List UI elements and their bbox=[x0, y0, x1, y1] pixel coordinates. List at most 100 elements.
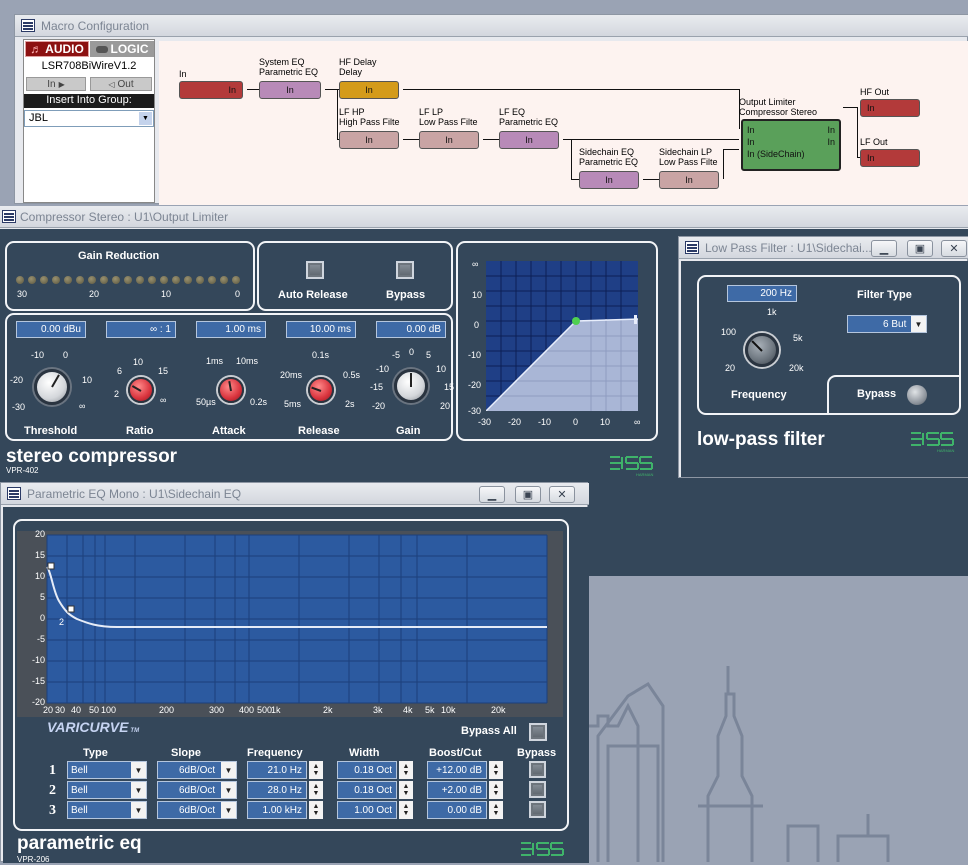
boost-stepper[interactable]: ▲ ▼ bbox=[489, 801, 503, 819]
width-stepper[interactable]: ▲ ▼ bbox=[399, 761, 413, 779]
block-lf-out[interactable]: In bbox=[860, 149, 920, 167]
eq-response-graph[interactable] bbox=[17, 531, 563, 717]
peq-minimize-button[interactable]: ▁ bbox=[479, 486, 505, 503]
eq-x-tick: 2k bbox=[323, 705, 333, 715]
block-hf-out[interactable]: In bbox=[860, 99, 920, 117]
in-io-button[interactable]: In ▶ bbox=[26, 77, 86, 91]
width-stepper[interactable]: ▲ ▼ bbox=[399, 801, 413, 819]
gr-led bbox=[88, 276, 96, 284]
eq-x-tick: 4k bbox=[403, 705, 413, 715]
block-lf-lp[interactable]: In bbox=[419, 131, 479, 149]
band-number: 3 bbox=[49, 803, 56, 818]
block-lf-hp-label: LF HP High Pass Filte bbox=[339, 107, 400, 127]
band-frequency-field[interactable]: 28.0 Hz bbox=[247, 781, 307, 799]
block-sidechain-lp-label: Sidechain LP Low Pass Filte bbox=[659, 147, 718, 167]
band-frequency-field[interactable]: 21.0 Hz bbox=[247, 761, 307, 779]
peq-close-button[interactable]: ✕ bbox=[549, 486, 575, 503]
gr-led bbox=[16, 276, 24, 284]
block-output-limiter[interactable]: In In In (SideChain) In In bbox=[741, 119, 841, 171]
band-slope-select[interactable]: 6dB/Oct ▼ bbox=[157, 781, 237, 799]
eq-y-tick: 15 bbox=[34, 550, 45, 560]
chevron-down-icon[interactable]: ▼ bbox=[139, 112, 152, 125]
block-lf-hp[interactable]: In bbox=[339, 131, 399, 149]
city-skyline-watermark bbox=[588, 666, 890, 862]
band-boost-field[interactable]: +2.00 dB bbox=[427, 781, 487, 799]
band-boost-field[interactable]: +12.00 dB bbox=[427, 761, 487, 779]
block-in[interactable]: In bbox=[179, 81, 243, 99]
band-frequency-field[interactable]: 1.00 kHz bbox=[247, 801, 307, 819]
ratio-field[interactable]: ∞ : 1 bbox=[106, 321, 176, 338]
boost-stepper[interactable]: ▲ ▼ bbox=[489, 761, 503, 779]
band-bypass-button[interactable] bbox=[529, 781, 546, 798]
audio-tab[interactable]: ♬ AUDIO bbox=[25, 41, 89, 57]
chevron-down-icon[interactable]: ▼ bbox=[221, 802, 236, 818]
block-lf-eq[interactable]: In bbox=[499, 131, 559, 149]
block-system-eq-label: System EQ Parametric EQ bbox=[259, 57, 319, 77]
band-type-select[interactable]: Bell ▼ bbox=[67, 801, 147, 819]
threshold-handle bbox=[572, 317, 580, 325]
gr-scale-20: 20 bbox=[89, 289, 100, 299]
frequency-stepper[interactable]: ▲ ▼ bbox=[309, 801, 323, 819]
group-select[interactable]: JBL ▼ bbox=[24, 110, 154, 127]
peq-restore-button[interactable]: ▣ bbox=[515, 486, 541, 503]
band-width-field[interactable]: 0.18 Oct bbox=[337, 761, 397, 779]
eq-x-tick: 30 bbox=[55, 705, 66, 715]
device-name: LSR708BiWireV1.2 bbox=[41, 60, 137, 72]
band-boost-field[interactable]: 0.00 dB bbox=[427, 801, 487, 819]
band-2-handle bbox=[67, 605, 75, 613]
gr-led bbox=[148, 276, 156, 284]
gr-led bbox=[184, 276, 192, 284]
lp-bypass-button[interactable] bbox=[907, 385, 927, 405]
bypass-all-button[interactable] bbox=[529, 723, 547, 741]
out-io-button[interactable]: ◁ Out bbox=[90, 77, 152, 91]
chevron-down-icon[interactable]: ▼ bbox=[131, 782, 146, 798]
eq-x-tick: 100 bbox=[101, 705, 117, 715]
band-type-select[interactable]: Bell ▼ bbox=[67, 781, 147, 799]
band-bypass-button[interactable] bbox=[529, 761, 546, 778]
gr-led bbox=[40, 276, 48, 284]
block-sidechain-lp[interactable]: In bbox=[659, 171, 719, 189]
band-type-select[interactable]: Bell ▼ bbox=[67, 761, 147, 779]
eq-y-tick: -15 bbox=[31, 676, 45, 686]
frequency-stepper[interactable]: ▲ ▼ bbox=[309, 761, 323, 779]
lowpass-panel: 200 Hz 1k 100 5k 20 20k Frequency Filter… bbox=[681, 261, 968, 477]
macro-title: Macro Configuration bbox=[41, 18, 150, 33]
threshold-field[interactable]: 0.00 dBu bbox=[16, 321, 86, 338]
frequency-stepper[interactable]: ▲ ▼ bbox=[309, 781, 323, 799]
chevron-down-icon[interactable]: ▼ bbox=[221, 762, 236, 778]
band-width-field[interactable]: 0.18 Oct bbox=[337, 781, 397, 799]
macro-titlebar[interactable]: Macro Configuration bbox=[15, 15, 968, 37]
logic-tab[interactable]: LOGIC bbox=[90, 41, 154, 57]
app-icon bbox=[7, 487, 21, 500]
chevron-down-icon[interactable]: ▼ bbox=[911, 316, 926, 332]
chevron-down-icon[interactable]: ▼ bbox=[221, 782, 236, 798]
app-icon bbox=[21, 19, 35, 32]
compressor-bypass-label: Bypass bbox=[386, 289, 426, 301]
band-slope-select[interactable]: 6dB/Oct ▼ bbox=[157, 801, 237, 819]
macro-canvas: In In System EQ Parametric EQ In HF Dela… bbox=[159, 41, 968, 205]
compressor-titlebar[interactable]: Compressor Stereo : U1\Output Limiter bbox=[0, 206, 968, 228]
band-bypass-button[interactable] bbox=[529, 801, 546, 818]
compressor-product-name: stereo compressor bbox=[6, 446, 178, 467]
release-field[interactable]: 10.00 ms bbox=[286, 321, 356, 338]
varicurve-logo: VARICURVE TM bbox=[47, 719, 140, 735]
lowpass-minimize-button[interactable]: ▁ bbox=[871, 240, 897, 257]
chevron-down-icon[interactable]: ▼ bbox=[131, 762, 146, 778]
compressor-bypass-button[interactable] bbox=[396, 261, 414, 279]
lp-frequency-field[interactable]: 200 Hz bbox=[727, 285, 797, 302]
width-stepper[interactable]: ▲ ▼ bbox=[399, 781, 413, 799]
auto-release-button[interactable] bbox=[306, 261, 324, 279]
chevron-down-icon[interactable]: ▼ bbox=[131, 802, 146, 818]
transfer-curve-graph[interactable] bbox=[486, 261, 638, 411]
band-width-field[interactable]: 1.00 Oct bbox=[337, 801, 397, 819]
block-system-eq[interactable]: In bbox=[259, 81, 321, 99]
lowpass-restore-button[interactable]: ▣ bbox=[907, 240, 933, 257]
filter-type-select[interactable]: 6 But ▼ bbox=[847, 315, 927, 333]
block-hf-delay[interactable]: In bbox=[339, 81, 399, 99]
block-sidechain-eq[interactable]: In bbox=[579, 171, 639, 189]
gain-field[interactable]: 0.00 dB bbox=[376, 321, 446, 338]
attack-field[interactable]: 1.00 ms bbox=[196, 321, 266, 338]
lowpass-close-button[interactable]: ✕ bbox=[941, 240, 967, 257]
boost-stepper[interactable]: ▲ ▼ bbox=[489, 781, 503, 799]
band-slope-select[interactable]: 6dB/Oct ▼ bbox=[157, 761, 237, 779]
